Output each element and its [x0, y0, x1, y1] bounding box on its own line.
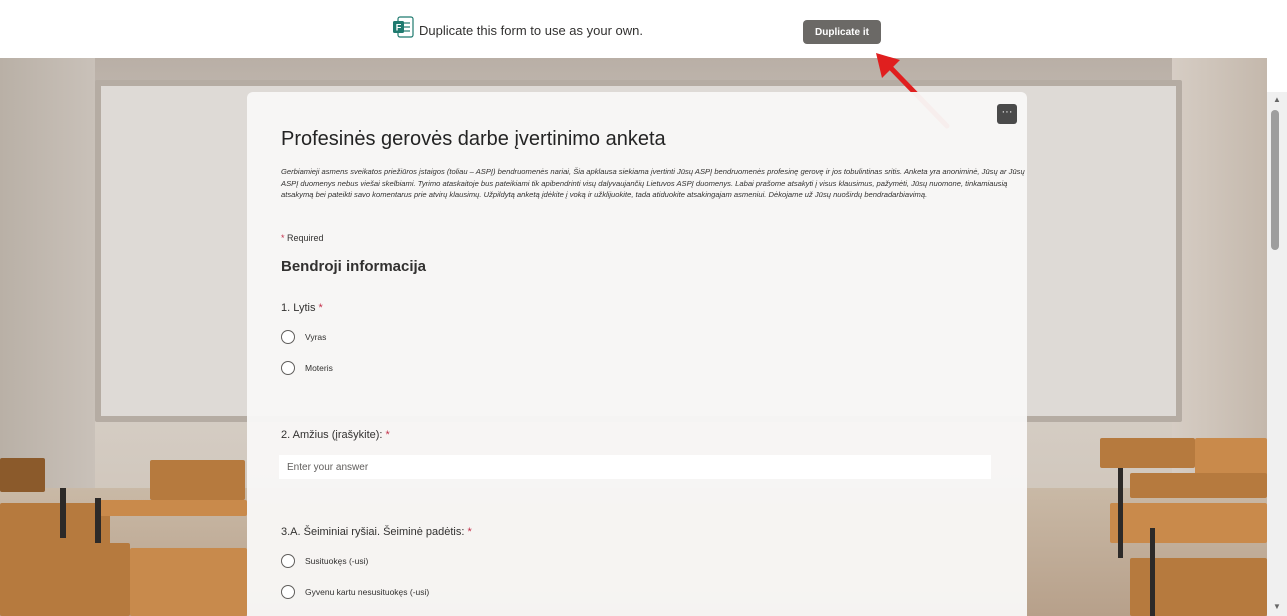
question-3a-label: 3.A. Šeiminiai ryšiai. Šeiminė padėtis: …: [281, 526, 472, 538]
question-text: 1. Lytis: [281, 302, 316, 314]
required-star: *: [281, 233, 285, 243]
desk: [130, 548, 247, 616]
radio-button[interactable]: [281, 585, 295, 599]
desk: [0, 543, 130, 616]
desk: [150, 460, 245, 500]
radio-button[interactable]: [281, 554, 295, 568]
option-label: Gyvenu kartu nesusituokęs (-usi): [305, 587, 430, 597]
radio-option-moteris[interactable]: Moteris: [281, 360, 333, 376]
duplicate-banner: F Duplicate this form to use as your own…: [0, 0, 1287, 58]
question-text: 3.A. Šeiminiai ryšiai. Šeiminė padėtis:: [281, 526, 465, 538]
question-text: 2. Amžius (įrašykite):: [281, 429, 383, 441]
required-note: * Required: [281, 233, 324, 243]
banner-text: Duplicate this form to use as your own.: [419, 23, 643, 38]
required-star: *: [318, 302, 323, 314]
required-label: Required: [287, 233, 324, 243]
more-options-button[interactable]: ···: [997, 104, 1017, 124]
option-label: Moteris: [305, 363, 333, 373]
scroll-down-arrow-icon[interactable]: ▼: [1270, 602, 1284, 614]
desk: [100, 500, 247, 516]
form-title: Profesinės gerovės darbe įvertinimo anke…: [281, 128, 666, 150]
svg-text:F: F: [396, 23, 402, 33]
scroll-up-arrow-icon[interactable]: ▲: [1270, 95, 1284, 107]
required-star: *: [385, 429, 390, 441]
radio-option-gyvenu-kartu[interactable]: Gyvenu kartu nesusituokęs (-usi): [281, 584, 429, 600]
radio-button[interactable]: [281, 330, 295, 344]
scrollbar-thumb[interactable]: [1271, 110, 1279, 250]
radio-option-vyras[interactable]: Vyras: [281, 329, 326, 345]
desk: [1130, 473, 1267, 498]
question-1-label: 1. Lytis *: [281, 302, 323, 314]
radio-button[interactable]: [281, 361, 295, 375]
form-card: ··· Profesinės gerovės darbe įvertinimo …: [247, 92, 1027, 616]
desk: [1100, 438, 1195, 468]
microsoft-forms-icon: F: [393, 16, 414, 38]
desk: [1110, 503, 1267, 543]
age-answer-input[interactable]: [279, 455, 991, 479]
option-label: Vyras: [305, 332, 327, 342]
required-star: *: [467, 526, 472, 538]
section-title: Bendroji informacija: [281, 258, 427, 275]
chair-leg: [1150, 528, 1155, 616]
chair-leg: [60, 488, 66, 538]
desk: [0, 458, 45, 492]
chair-leg: [95, 498, 101, 543]
chair-leg: [1118, 468, 1123, 558]
duplicate-it-button[interactable]: Duplicate it: [803, 20, 881, 44]
form-description: Gerbiamieji asmens sveikatos priežiūros …: [281, 167, 1025, 199]
option-label: Susituokęs (-usi): [305, 556, 369, 566]
radio-option-susituokes[interactable]: Susituokęs (-usi): [281, 553, 368, 569]
question-2-label: 2. Amžius (įrašykite): *: [281, 429, 390, 441]
